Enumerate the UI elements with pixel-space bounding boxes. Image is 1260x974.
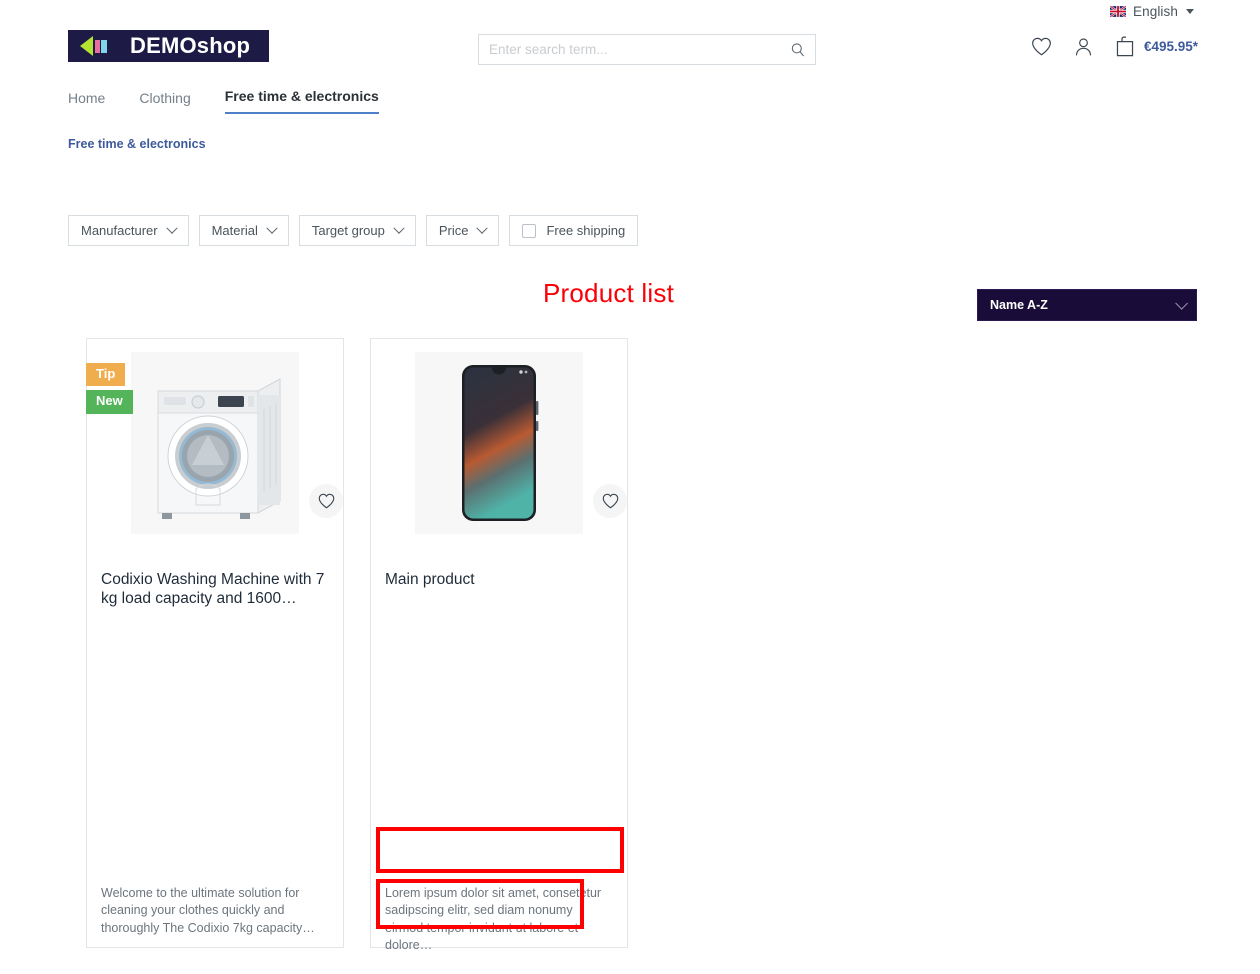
uk-flag-icon bbox=[1110, 5, 1127, 17]
chevron-down-icon bbox=[1186, 8, 1194, 14]
filter-bar: Manufacturer Material Target group Price… bbox=[68, 215, 639, 246]
chevron-down-icon bbox=[165, 222, 178, 234]
page-title: Product list bbox=[543, 278, 675, 308]
chevron-down-icon bbox=[476, 222, 489, 234]
filter-manufacturer[interactable]: Manufacturer bbox=[68, 215, 189, 246]
language-label: English bbox=[1133, 3, 1178, 19]
product-image[interactable] bbox=[385, 352, 627, 534]
filter-target-group[interactable]: Target group bbox=[298, 215, 416, 246]
product-description: Lorem ipsum dolor sit amet, consetetur s… bbox=[385, 886, 602, 952]
heart-icon bbox=[1032, 37, 1051, 56]
shopping-bag-icon bbox=[1116, 36, 1134, 57]
filter-manufacturer-label: Manufacturer bbox=[81, 223, 158, 238]
header-actions: €495.95* bbox=[1031, 36, 1198, 57]
free-shipping-label: Free shipping bbox=[546, 223, 626, 238]
product-description: Welcome to the ultimate solution for cle… bbox=[101, 886, 315, 935]
product-title[interactable]: Codixio Washing Machine with 7 kg load c… bbox=[101, 570, 329, 609]
demoshop-logo-mark bbox=[80, 36, 118, 56]
search-box[interactable] bbox=[478, 34, 816, 65]
user-icon bbox=[1075, 37, 1092, 55]
sort-dropdown[interactable]: Name A-Z bbox=[977, 289, 1197, 321]
cart-total: €495.95* bbox=[1143, 39, 1198, 54]
nav-item-home[interactable]: Home bbox=[68, 90, 105, 114]
site-logo[interactable]: DEMOshop bbox=[68, 30, 269, 62]
product-card[interactable]: Main product Lorem ipsum dolor sit amet,… bbox=[370, 338, 628, 952]
filter-material-label: Material bbox=[211, 223, 258, 238]
wishlist-toggle[interactable] bbox=[593, 484, 627, 518]
nav-item-free-time-electronics[interactable]: Free time & electronics bbox=[224, 88, 379, 114]
wishlist-button[interactable] bbox=[1031, 37, 1052, 56]
product-card[interactable]: Tip New Codixio Washing Machine with 7 k… bbox=[86, 338, 344, 948]
product-title[interactable]: Main product bbox=[385, 570, 613, 589]
search-input[interactable] bbox=[479, 35, 781, 64]
breadcrumb[interactable]: Free time & electronics bbox=[68, 137, 206, 151]
product-listing-page: English DEMOshop Enter search term... €4… bbox=[0, 0, 1260, 974]
heart-icon bbox=[602, 493, 618, 509]
filter-price[interactable]: Price bbox=[425, 215, 500, 246]
wishlist-toggle[interactable] bbox=[309, 484, 343, 518]
product-badges: Tip New bbox=[86, 363, 133, 414]
nav-item-clothing[interactable]: Clothing bbox=[139, 90, 190, 114]
account-button[interactable] bbox=[1074, 37, 1093, 57]
filter-price-label: Price bbox=[438, 223, 469, 238]
sort-selected-label: Name A-Z bbox=[990, 298, 1048, 312]
cart-button[interactable]: €495.95* bbox=[1115, 36, 1198, 57]
chevron-down-icon bbox=[393, 222, 405, 234]
heart-icon bbox=[318, 493, 334, 509]
product-card-body: Main product Lorem ipsum dolor sit amet,… bbox=[371, 570, 627, 974]
chevron-down-icon bbox=[266, 222, 278, 234]
main-navigation: Home Clothing Free time & electronics bbox=[68, 88, 379, 114]
logo-text: DEMOshop bbox=[130, 33, 251, 58]
chevron-down-icon bbox=[1175, 296, 1188, 310]
badge-new: New bbox=[86, 390, 133, 414]
filter-material[interactable]: Material bbox=[198, 215, 289, 246]
search-icon bbox=[791, 42, 805, 56]
badge-tip: Tip bbox=[86, 363, 126, 387]
product-card-body: Codixio Washing Machine with 7 kg load c… bbox=[87, 570, 343, 974]
smartphone-image bbox=[462, 365, 539, 521]
washing-machine-image bbox=[157, 377, 281, 519]
search-submit-button[interactable] bbox=[781, 35, 815, 64]
free-shipping-checkbox[interactable] bbox=[522, 223, 537, 238]
language-switcher[interactable]: English bbox=[1110, 0, 1194, 22]
filter-target-group-label: Target group bbox=[311, 223, 385, 238]
filter-free-shipping[interactable]: Free shipping bbox=[509, 215, 639, 246]
product-image[interactable] bbox=[101, 352, 343, 534]
